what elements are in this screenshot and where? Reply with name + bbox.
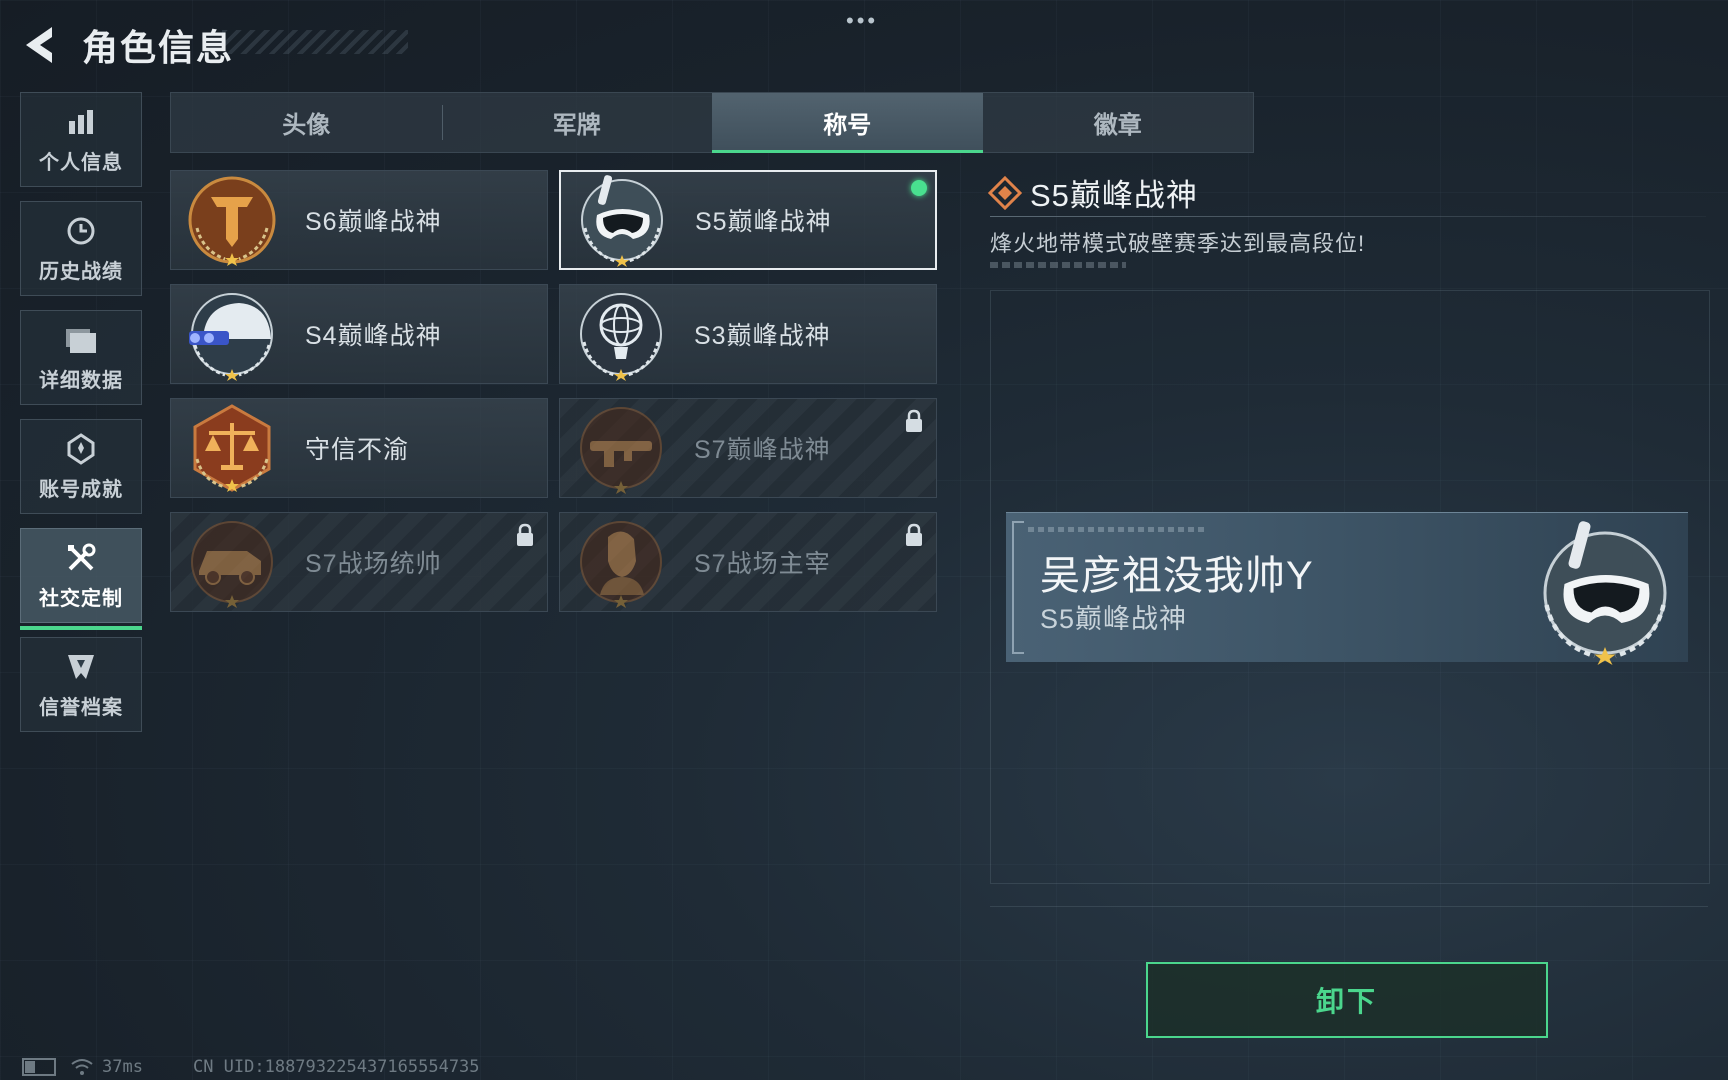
title-name: S7巅峰战神 <box>694 436 831 464</box>
sidebar-item-social[interactable]: 社交定制 <box>20 528 142 630</box>
title-name: S5巅峰战神 <box>695 208 832 236</box>
back-arrow-icon[interactable] <box>20 23 60 67</box>
namecard-bracket <box>1012 521 1024 654</box>
detail-description: 烽火地带模式破壁赛季达到最高段位! <box>990 231 1366 256</box>
unequip-label: 卸下 <box>1315 986 1378 1017</box>
player-name: 吴彦祖没我帅Y <box>1040 554 1314 598</box>
medal-icon <box>63 431 99 467</box>
title-name: S7战场主宰 <box>694 550 831 578</box>
equipped-indicator <box>911 180 927 196</box>
gold-t-emblem-icon <box>188 176 276 266</box>
soldier-emblem-icon <box>580 521 662 608</box>
sidebar-item-label: 账号成就 <box>39 479 123 501</box>
tab-bar: 头像 军牌 称号 徽章 <box>170 92 1254 153</box>
sidebar-item-label: 详细数据 <box>39 370 123 392</box>
title-card-s7-god[interactable]: S7巅峰战神 <box>559 398 937 498</box>
sidebar-item-label: 个人信息 <box>39 152 123 174</box>
title-diamond-icon <box>988 175 1022 210</box>
helmet-emblem-icon <box>189 293 273 381</box>
detail-title: S5巅峰战神 <box>1030 178 1198 213</box>
sidebar-item-label: 信誉档案 <box>39 697 123 719</box>
sidebar-item-details[interactable]: 详细数据 <box>20 310 142 405</box>
namecard-decoration <box>1028 527 1208 532</box>
header-decoration <box>222 30 408 54</box>
title-card-s7-dominator[interactable]: S7战场主宰 <box>559 512 937 612</box>
status-bar: 37ms CN UID:1887932254371655547​35 <box>22 1054 480 1080</box>
sidebar-item-history[interactable]: 历史战绩 <box>20 201 142 296</box>
tab-badge[interactable]: 徽章 <box>983 93 1254 152</box>
clock-icon <box>63 213 99 249</box>
lock-icon <box>517 523 533 546</box>
title-name: S3巅峰战神 <box>694 322 831 350</box>
sidebar-item-label: 社交定制 <box>39 588 123 610</box>
title-name: 守信不渝 <box>305 436 410 464</box>
page-header: 角色信息 <box>20 20 234 70</box>
tab-dogtag[interactable]: 军牌 <box>441 93 713 152</box>
bar-chart-icon <box>63 104 99 140</box>
title-card-s3[interactable]: S3巅峰战神 <box>559 284 937 384</box>
title-card-s7-commander[interactable]: S7战场统帅 <box>170 512 548 612</box>
sidebar: 个人信息 历史战绩 详细数据 账号成就 社交定制 信誉档案 <box>20 92 144 746</box>
tab-avatar[interactable]: 头像 <box>171 93 442 152</box>
diving-mask-emblem-icon <box>581 175 663 267</box>
vehicle-emblem-icon <box>191 521 273 608</box>
user-uid: CN UID:1887932254371655547​35 <box>192 1057 480 1077</box>
detail-decoration <box>990 262 1126 268</box>
namecard-preview: 吴彦祖没我帅Y S5巅峰战神 <box>1006 512 1688 665</box>
lock-icon <box>906 409 922 432</box>
detail-header: S5巅峰战神 <box>988 170 1198 215</box>
page-title: 角色信息 <box>82 27 235 68</box>
title-card-s6[interactable]: S6巅峰战神 <box>170 170 548 270</box>
sidebar-item-achievements[interactable]: 账号成就 <box>20 419 142 514</box>
more-menu-icon[interactable]: ••• <box>846 8 878 34</box>
shield-icon <box>63 649 99 685</box>
title-name: S6巅峰战神 <box>305 208 442 236</box>
player-title: S5巅峰战神 <box>1040 604 1188 634</box>
battery-icon <box>22 1058 56 1076</box>
tools-icon <box>63 540 99 576</box>
divider <box>990 906 1708 908</box>
ping-value: 37ms <box>102 1057 143 1077</box>
diving-mask-emblem-icon <box>1543 521 1667 665</box>
sidebar-item-reputation[interactable]: 信誉档案 <box>20 637 142 732</box>
title-name: S7战场统帅 <box>305 550 442 578</box>
title-name: S4巅峰战神 <box>305 322 442 350</box>
title-card-s5[interactable]: S5巅峰战神 <box>559 170 937 270</box>
unequip-button[interactable]: 卸下 <box>1146 962 1548 1038</box>
folder-icon <box>63 322 99 358</box>
title-card-s4[interactable]: S4巅峰战神 <box>170 284 548 384</box>
tab-title[interactable]: 称号 <box>712 93 983 153</box>
divider <box>990 216 1706 217</box>
sidebar-item-label: 历史战绩 <box>39 261 123 283</box>
scales-emblem-icon <box>193 404 271 492</box>
lock-icon <box>906 523 922 546</box>
sidebar-item-profile[interactable]: 个人信息 <box>20 92 142 187</box>
globe-trophy-emblem-icon <box>580 293 662 381</box>
title-card-trust[interactable]: 守信不渝 <box>170 398 548 498</box>
wifi-icon <box>71 1059 93 1075</box>
rifle-emblem-icon <box>580 407 662 494</box>
